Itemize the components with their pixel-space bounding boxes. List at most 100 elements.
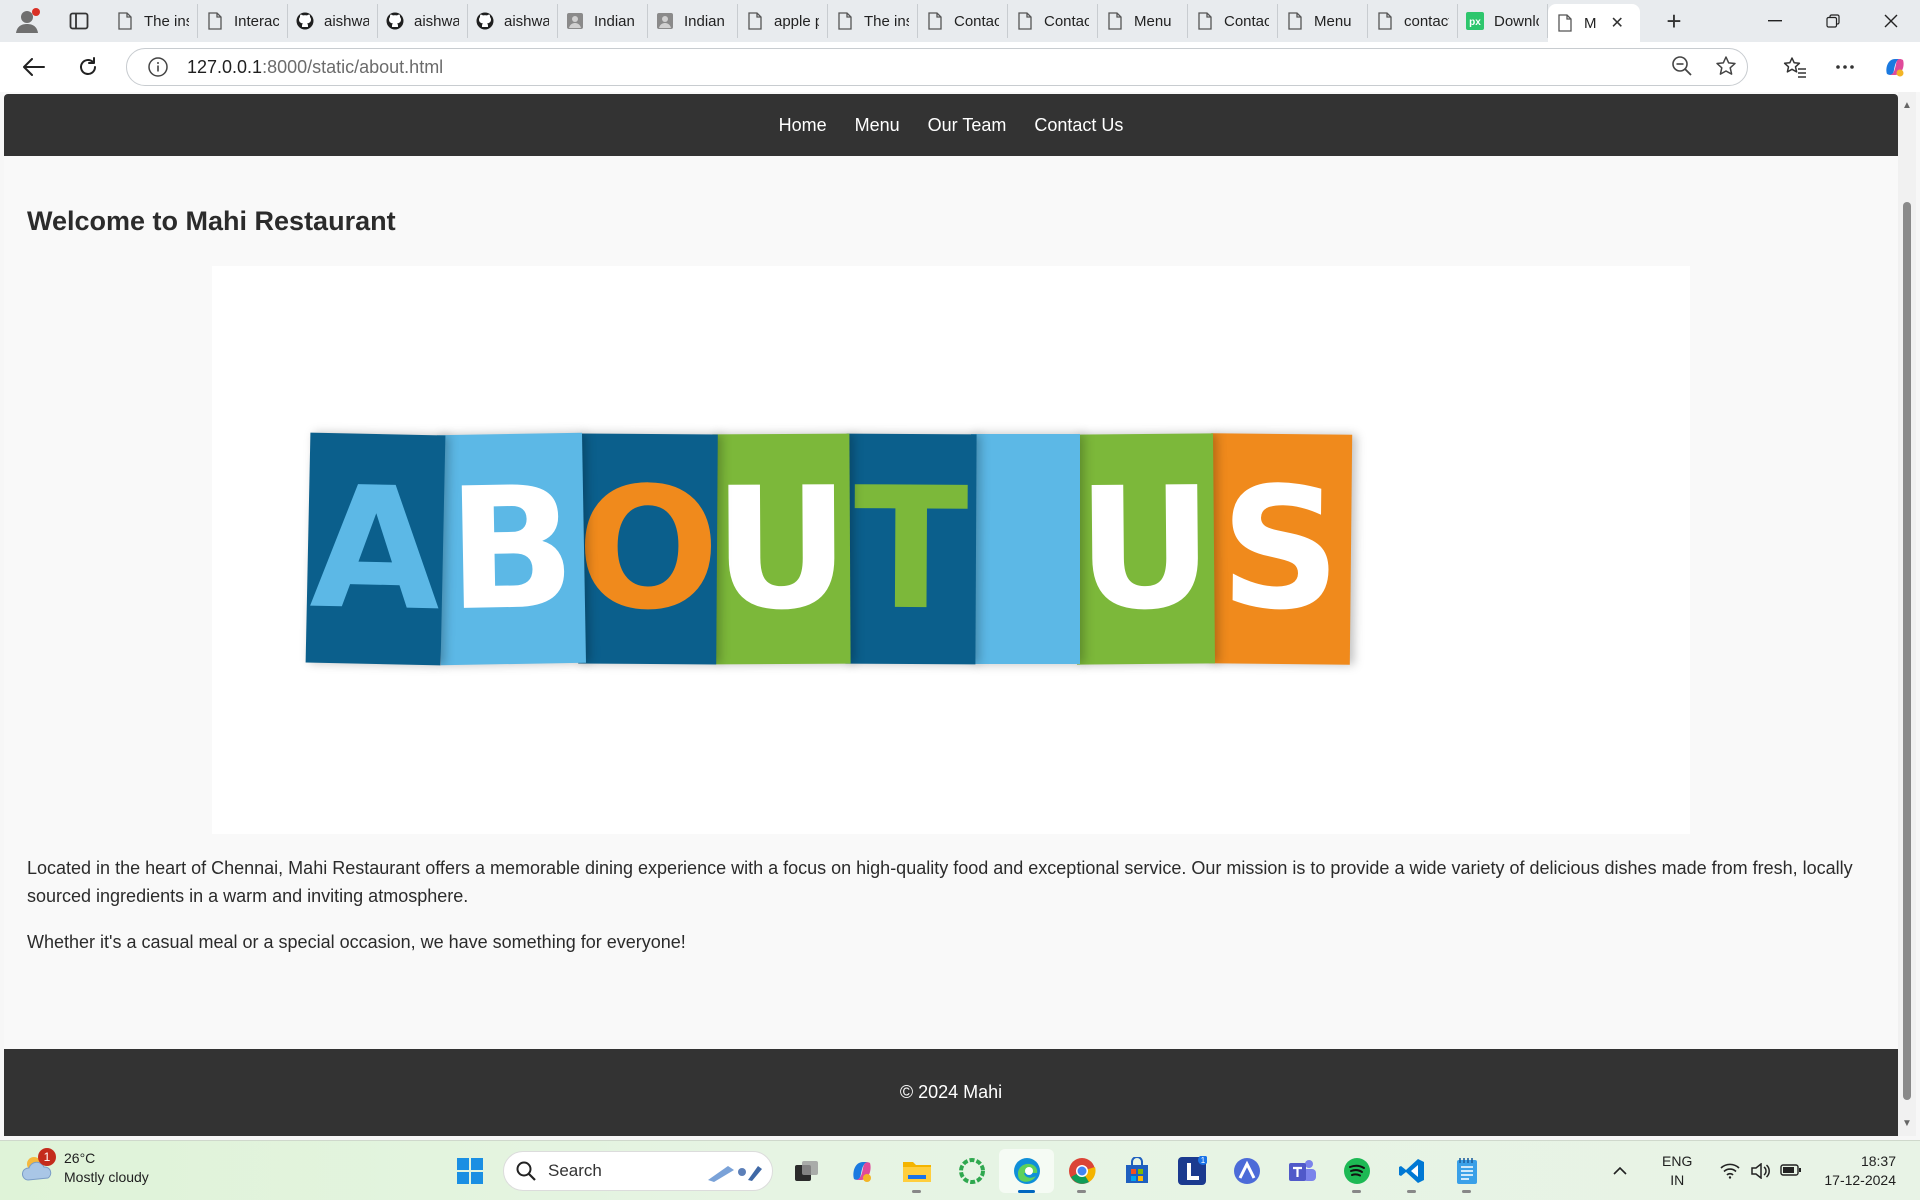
address-bar[interactable]: 127.0.0.1:8000/static/about.html [126,48,1748,86]
browser-tab-label: The ins [864,12,909,30]
page-icon [1376,12,1394,30]
volume-icon[interactable] [1750,1163,1771,1179]
close-tab-icon[interactable]: ✕ [1611,13,1624,33]
page-icon [1286,12,1304,30]
nav-menu-link[interactable]: Menu [855,115,900,136]
browser-tab[interactable]: Contac [1188,4,1278,38]
copilot-browser-icon[interactable] [1870,47,1920,87]
nav-home-link[interactable]: Home [779,115,827,136]
browser-tab[interactable]: The ins [108,4,198,38]
page-icon [116,12,134,30]
vscode-icon[interactable] [1384,1149,1439,1193]
toolbar-right [1770,47,1920,87]
about-us-letter-block: U [712,433,851,665]
browser-tab[interactable]: Interact [198,4,288,38]
about-us-letter-block: U [1074,433,1216,665]
favorites-icon[interactable] [1770,47,1820,87]
browser-tab[interactable]: aishwa [378,4,468,38]
browser-tab[interactable]: aishwa [288,4,378,38]
system-tray: ENG IN 18:37 17-12-2024 [1600,1141,1920,1200]
github-icon [386,12,404,30]
browser-tab-label: Contac [1044,12,1089,30]
windows-taskbar: 1 26°C Mostly cloudy Search 1 ENG IN 18:… [0,1140,1920,1200]
weather-temperature: 26°C [64,1150,96,1166]
circle-app-icon[interactable] [944,1149,999,1193]
browser-tab[interactable]: Menu [1278,4,1368,38]
scrollbar-thumb[interactable] [1903,202,1911,1100]
browser-tab[interactable]: px Downlo [1458,4,1548,38]
taskbar-search-input[interactable]: Search [503,1151,773,1191]
svg-text:px: px [1469,17,1481,28]
browser-toolbar: 127.0.0.1:8000/static/about.html [0,42,1920,92]
nav-contact-us-link[interactable]: Contact Us [1034,115,1123,136]
page-icon [746,12,764,30]
weather-description: Mostly cloudy [64,1169,149,1185]
browser-tab[interactable]: apple p [738,4,828,38]
page-scrollbar[interactable]: ▲ ▼ [1898,92,1916,1136]
file-explorer-icon[interactable] [889,1149,944,1193]
battery-icon[interactable] [1780,1163,1802,1177]
browser-tab-label: Contac [954,12,999,30]
clock-time: 18:37 [1860,1153,1896,1169]
browser-tab[interactable]: contact [1368,4,1458,38]
copilot-icon[interactable] [834,1149,889,1193]
intro-paragraph: Located in the heart of Chennai, Mahi Re… [27,858,1853,906]
minimize-button[interactable] [1746,0,1804,42]
browser-tab[interactable]: Contac [1008,4,1098,38]
page-icon [1016,12,1034,30]
task-view-icon[interactable] [779,1149,834,1193]
github-icon [476,12,494,30]
page-icon [1196,12,1214,30]
nav-our-team-link[interactable]: Our Team [928,115,1007,136]
teams-icon[interactable] [1274,1149,1329,1193]
scroll-down-arrow-icon[interactable]: ▼ [1898,1114,1916,1132]
reload-button[interactable] [68,47,108,87]
windows-start-icon[interactable] [442,1149,497,1193]
tray-icons [1720,1163,1802,1179]
about-us-letter-block: A [305,432,446,666]
about-us-letter-block: B [437,432,586,666]
show-hidden-icons-chevron-icon[interactable] [1600,1167,1640,1175]
weather-cloud-icon: 1 [20,1148,56,1186]
page-icon [206,12,224,30]
system-clock[interactable]: 18:37 17-12-2024 [1824,1152,1896,1190]
about-us-banner: ABOUTUS [212,266,1690,834]
browser-tab-label: The ins [144,12,189,30]
notepad-icon[interactable] [1439,1149,1494,1193]
browser-tab[interactable]: aishwa [468,4,558,38]
window-controls [1746,0,1920,42]
site-footer: © 2024 Mahi [4,1049,1898,1136]
back-button[interactable] [14,47,54,87]
spotify-icon[interactable] [1329,1149,1384,1193]
weather-widget[interactable]: 1 26°C Mostly cloudy [20,1148,149,1187]
site-info-icon[interactable] [147,56,169,78]
browser-tab-strip: The ins Interact aishwa aishwa aishwa Indian I… [0,0,1920,42]
browser-tab[interactable]: Indian [558,4,648,38]
arc-app-icon[interactable] [1219,1149,1274,1193]
browser-tab[interactable]: Indian [648,4,738,38]
image-icon [566,12,584,30]
tab-actions-icon[interactable] [62,4,96,38]
scroll-up-arrow-icon[interactable]: ▲ [1898,96,1916,114]
tab-list: The ins Interact aishwa aishwa aishwa Indian I… [108,0,1640,42]
browser-tab[interactable]: Contac [918,4,1008,38]
profile-icon[interactable] [10,4,44,38]
about-us-letter-block [971,434,1080,664]
new-tab-button[interactable]: + [1656,3,1692,39]
browser-tab[interactable]: The ins [828,4,918,38]
browser-tab[interactable]: Menu [1098,4,1188,38]
wifi-icon[interactable] [1720,1163,1740,1179]
more-options-icon[interactable] [1820,47,1870,87]
restore-button[interactable] [1804,0,1862,42]
favorite-star-icon[interactable] [1715,55,1737,77]
zoom-out-icon[interactable] [1671,55,1693,77]
l-app-icon[interactable]: 1 [1164,1149,1219,1193]
search-icon [516,1161,536,1181]
edge-icon[interactable] [999,1149,1054,1193]
chrome-icon[interactable] [1054,1149,1109,1193]
close-window-button[interactable] [1862,0,1920,42]
browser-tab-active[interactable]: M ✕ [1548,4,1640,42]
page-title: Welcome to Mahi Restaurant [27,206,396,236]
language-indicator[interactable]: ENG IN [1662,1152,1692,1190]
store-icon[interactable] [1109,1149,1164,1193]
